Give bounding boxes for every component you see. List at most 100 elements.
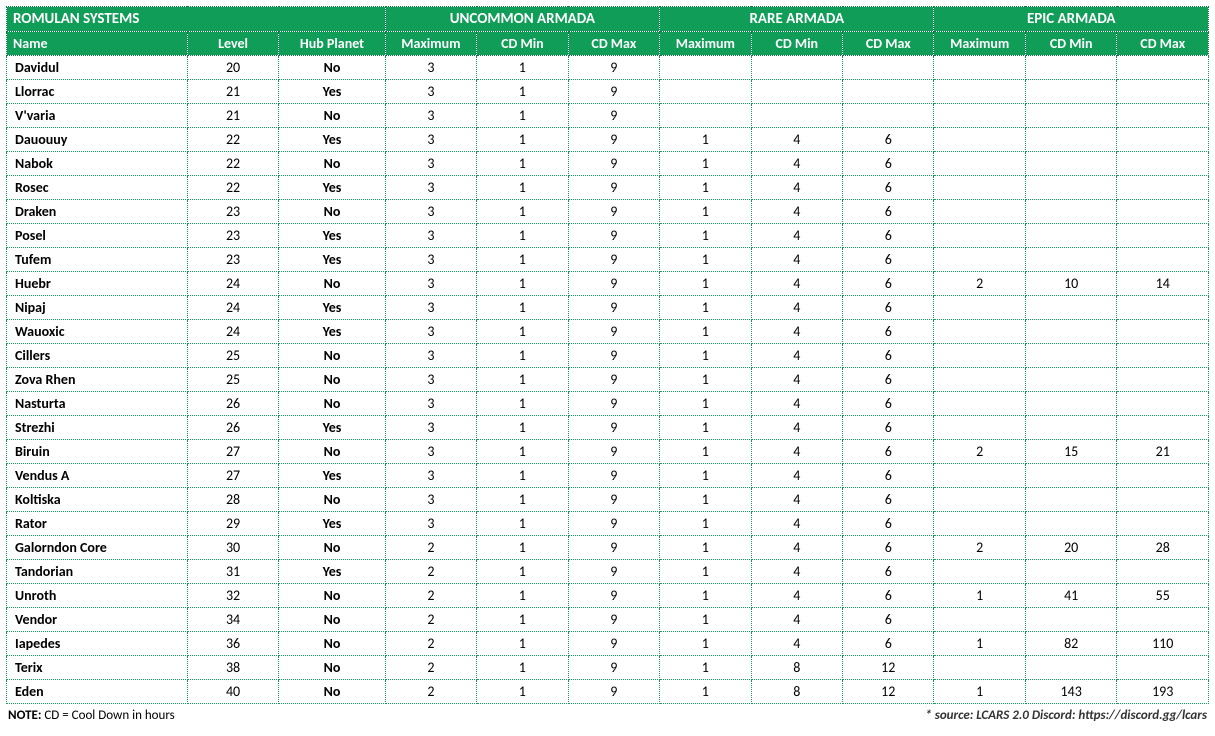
cell-u-cdmax: 9 [568,56,659,80]
cell-level: 31 [187,560,278,584]
cell-e-cdmin [1025,488,1116,512]
cell-level: 30 [187,536,278,560]
table-row: Cillers25No319146 [7,344,1209,368]
footer: NOTE: CD = Cool Down in hours * source: … [6,704,1209,725]
cell-level: 22 [187,128,278,152]
cell-hub: Yes [279,464,385,488]
cell-level: 21 [187,80,278,104]
cell-e-cdmin [1025,248,1116,272]
cell-e-cdmin [1025,560,1116,584]
table-row: Wauoxic24Yes319146 [7,320,1209,344]
cell-r-max: 1 [660,560,751,584]
col-r-max: Maximum [660,32,751,56]
cell-u-cdmax: 9 [568,488,659,512]
cell-u-cdmin: 1 [477,440,568,464]
cell-r-cdmin: 4 [751,224,842,248]
cell-e-cdmin [1025,416,1116,440]
col-e-cdmin: CD Min [1025,32,1116,56]
cell-r-cdmax: 6 [843,320,934,344]
cell-e-max [934,368,1025,392]
cell-e-max [934,128,1025,152]
cell-e-cdmax [1117,416,1209,440]
cell-name: Cillers [7,344,188,368]
cell-u-cdmax: 9 [568,272,659,296]
cell-u-cdmin: 1 [477,464,568,488]
cell-level: 38 [187,656,278,680]
cell-e-max [934,560,1025,584]
cell-level: 23 [187,224,278,248]
cell-hub: No [279,488,385,512]
cell-e-cdmin [1025,200,1116,224]
cell-u-cdmax: 9 [568,680,659,704]
cell-u-max: 3 [385,272,476,296]
cell-e-cdmax [1117,176,1209,200]
cell-r-max: 1 [660,584,751,608]
cell-e-cdmin: 20 [1025,536,1116,560]
cell-e-cdmax [1117,488,1209,512]
cell-u-max: 2 [385,536,476,560]
cell-u-max: 3 [385,344,476,368]
col-hub: Hub Planet [279,32,385,56]
cell-e-max [934,656,1025,680]
cell-u-cdmax: 9 [568,200,659,224]
systems-table: ROMULAN SYSTEMS UNCOMMON ARMADA RARE ARM… [6,6,1209,704]
cell-e-max: 1 [934,680,1025,704]
cell-u-cdmin: 1 [477,584,568,608]
cell-e-cdmin [1025,104,1116,128]
cell-u-cdmin: 1 [477,224,568,248]
cell-r-cdmax: 6 [843,416,934,440]
cell-r-cdmax: 12 [843,680,934,704]
cell-e-cdmax [1117,368,1209,392]
cell-r-max: 1 [660,176,751,200]
cell-r-max: 1 [660,320,751,344]
table-row: Tufem23Yes319146 [7,248,1209,272]
cell-name: Galorndon Core [7,536,188,560]
table-row: Davidul20No319 [7,56,1209,80]
cell-name: Huebr [7,272,188,296]
cell-r-cdmax: 6 [843,200,934,224]
cell-r-cdmax: 6 [843,560,934,584]
cell-e-cdmin [1025,512,1116,536]
cell-level: 23 [187,248,278,272]
col-u-cdmax: CD Max [568,32,659,56]
cell-name: Posel [7,224,188,248]
cell-e-cdmax [1117,392,1209,416]
cell-r-cdmax: 6 [843,608,934,632]
cell-e-max [934,80,1025,104]
cell-name: Koltiska [7,488,188,512]
cell-name: Vendus A [7,464,188,488]
cell-name: Biruin [7,440,188,464]
table-row: Vendor34No219146 [7,608,1209,632]
cell-level: 26 [187,416,278,440]
cell-u-max: 2 [385,560,476,584]
header-sub-row: Name Level Hub Planet Maximum CD Min CD … [7,32,1209,56]
note-text: CD = Cool Down in hours [41,708,174,723]
cell-e-max [934,392,1025,416]
cell-r-cdmin: 4 [751,128,842,152]
cell-r-cdmin: 4 [751,176,842,200]
cell-name: Davidul [7,56,188,80]
cell-e-cdmin [1025,224,1116,248]
table-row: V'varia21No319 [7,104,1209,128]
cell-e-max [934,608,1025,632]
cell-hub: Yes [279,80,385,104]
table-row: Huebr24No31914621014 [7,272,1209,296]
cell-e-cdmax [1117,200,1209,224]
cell-level: 28 [187,488,278,512]
table-row: Unroth32No21914614155 [7,584,1209,608]
cell-e-max: 2 [934,272,1025,296]
cell-r-cdmax [843,104,934,128]
cell-r-max: 1 [660,344,751,368]
cell-u-max: 3 [385,80,476,104]
cell-e-cdmax: 55 [1117,584,1209,608]
cell-r-max: 1 [660,392,751,416]
table-row: Posel23Yes319146 [7,224,1209,248]
cell-hub: Yes [279,128,385,152]
cell-name: Draken [7,200,188,224]
cell-u-max: 3 [385,224,476,248]
cell-r-cdmin [751,56,842,80]
col-name: Name [7,32,188,56]
cell-u-max: 3 [385,128,476,152]
group-rare: RARE ARMADA [660,7,934,32]
cell-u-max: 3 [385,296,476,320]
